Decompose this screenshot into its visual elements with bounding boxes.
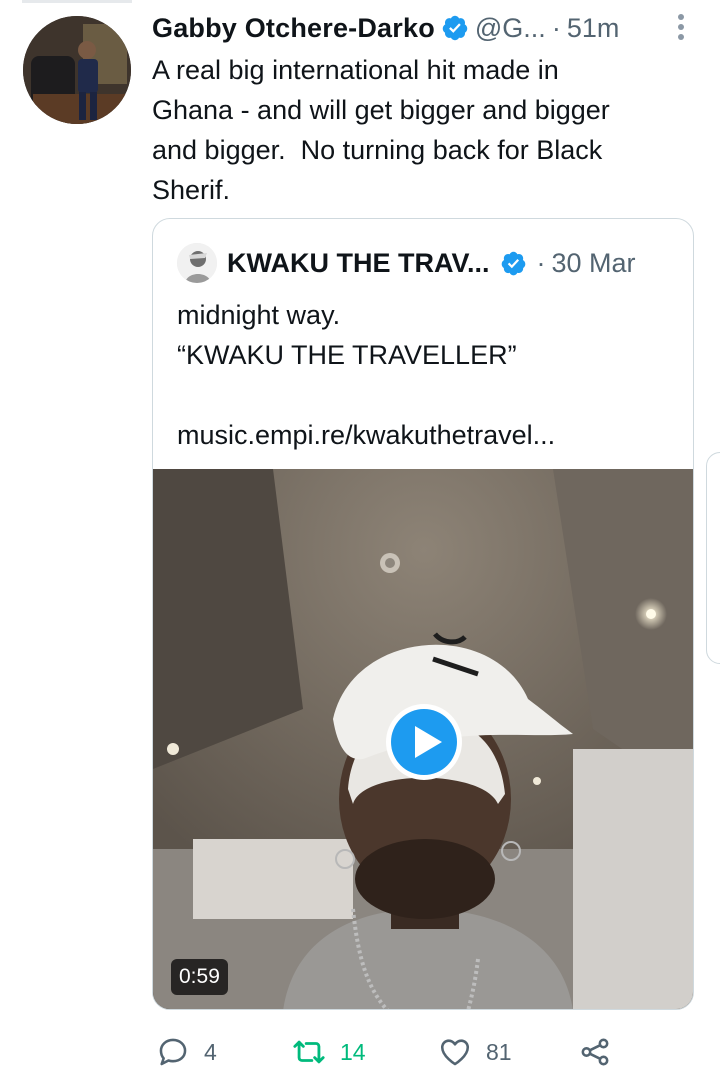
retweet-icon: [293, 1040, 325, 1064]
tweet-actions: 4 14 81: [152, 1030, 692, 1074]
like-icon: [440, 1039, 470, 1066]
quoted-tweet-card[interactable]: KWAKU THE TRAV... · 30 Mar midnight way.…: [152, 218, 694, 1010]
author-handle[interactable]: @G...: [475, 13, 546, 44]
quoted-tweet-text: midnight way. “KWAKU THE TRAVELLER” musi…: [177, 300, 556, 450]
reply-button[interactable]: 4: [156, 1030, 217, 1074]
quoted-author-avatar: [177, 243, 217, 283]
quoted-tweet-header: KWAKU THE TRAV... · 30 Mar: [227, 243, 636, 283]
author-name[interactable]: Gabby Otchere-Darko: [152, 13, 435, 44]
author-avatar[interactable]: [23, 16, 131, 124]
video-duration: 0:59: [171, 959, 228, 995]
tweet-header: Gabby Otchere-Darko @G... · 51m: [152, 10, 619, 46]
tweet-time[interactable]: 51m: [567, 13, 620, 44]
separator-dot: ·: [551, 12, 561, 43]
video-player[interactable]: 0:59: [153, 469, 693, 1009]
more-options-icon[interactable]: [672, 12, 690, 42]
retweet-button[interactable]: 14: [292, 1030, 366, 1074]
floating-panel-edge[interactable]: [706, 452, 720, 664]
like-button[interactable]: 81: [438, 1030, 512, 1074]
reply-icon: [159, 1038, 187, 1066]
share-icon: [581, 1038, 609, 1066]
retweet-count: 14: [340, 1038, 366, 1065]
reply-count: 4: [204, 1038, 217, 1065]
verified-badge-icon: [500, 250, 527, 277]
quoted-tweet-time[interactable]: 30 Mar: [552, 248, 636, 279]
play-icon[interactable]: [384, 702, 464, 782]
share-button[interactable]: [578, 1030, 612, 1074]
quoted-author-name[interactable]: KWAKU THE TRAV...: [227, 248, 490, 279]
separator-dot: ·: [536, 247, 546, 278]
top-divider: [22, 0, 132, 3]
verified-badge-icon: [441, 14, 469, 42]
like-count: 81: [486, 1038, 512, 1065]
tweet-text: A real big international hit made in Gha…: [152, 55, 610, 205]
